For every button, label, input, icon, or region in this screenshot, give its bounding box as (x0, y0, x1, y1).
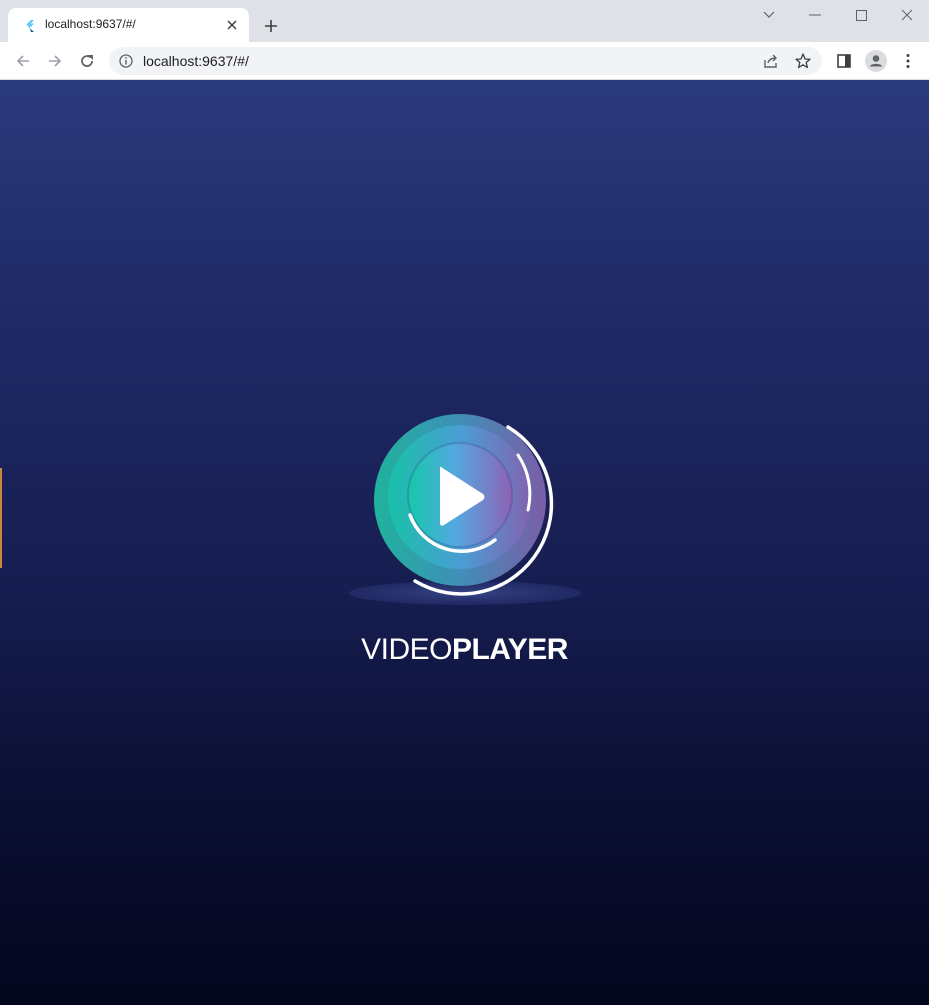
arrow-left-icon[interactable] (11, 49, 35, 73)
window-edge-accent (0, 468, 2, 568)
flutter-icon (22, 18, 38, 34)
arrow-right-icon[interactable] (43, 49, 67, 73)
url-text: localhost:9637/#/ (143, 53, 249, 69)
close-window-icon[interactable] (895, 4, 919, 26)
app-brand-title: VIDEOPLAYER (0, 633, 929, 667)
browser-window: localhost:9637/#/ localhost:9637/#/ VIDE… (0, 0, 929, 1005)
share-icon[interactable] (762, 52, 780, 70)
kebab-menu-icon[interactable] (896, 49, 920, 73)
brand-light-text: VIDEO (361, 633, 452, 666)
reload-icon[interactable] (75, 49, 99, 73)
minimize-icon[interactable] (803, 4, 827, 26)
app-splash-screen: VIDEOPLAYER (0, 80, 929, 1005)
plus-icon[interactable] (260, 15, 282, 37)
close-icon[interactable] (223, 16, 241, 34)
brand-bold-text: PLAYER (451, 633, 568, 666)
info-icon[interactable] (118, 53, 134, 69)
browser-toolbar: localhost:9637/#/ (0, 42, 929, 80)
star-icon[interactable] (794, 52, 812, 70)
browser-tab[interactable]: localhost:9637/#/ (8, 8, 249, 42)
profile-icon[interactable] (864, 49, 888, 73)
chevron-down-icon[interactable] (757, 4, 781, 26)
side-panel-icon[interactable] (832, 49, 856, 73)
play-button-logo-icon (349, 414, 581, 605)
address-bar[interactable]: localhost:9637/#/ (109, 47, 822, 75)
tab-title: localhost:9637/#/ (45, 17, 136, 31)
tab-strip: localhost:9637/#/ (0, 0, 929, 42)
maximize-icon[interactable] (849, 4, 873, 26)
